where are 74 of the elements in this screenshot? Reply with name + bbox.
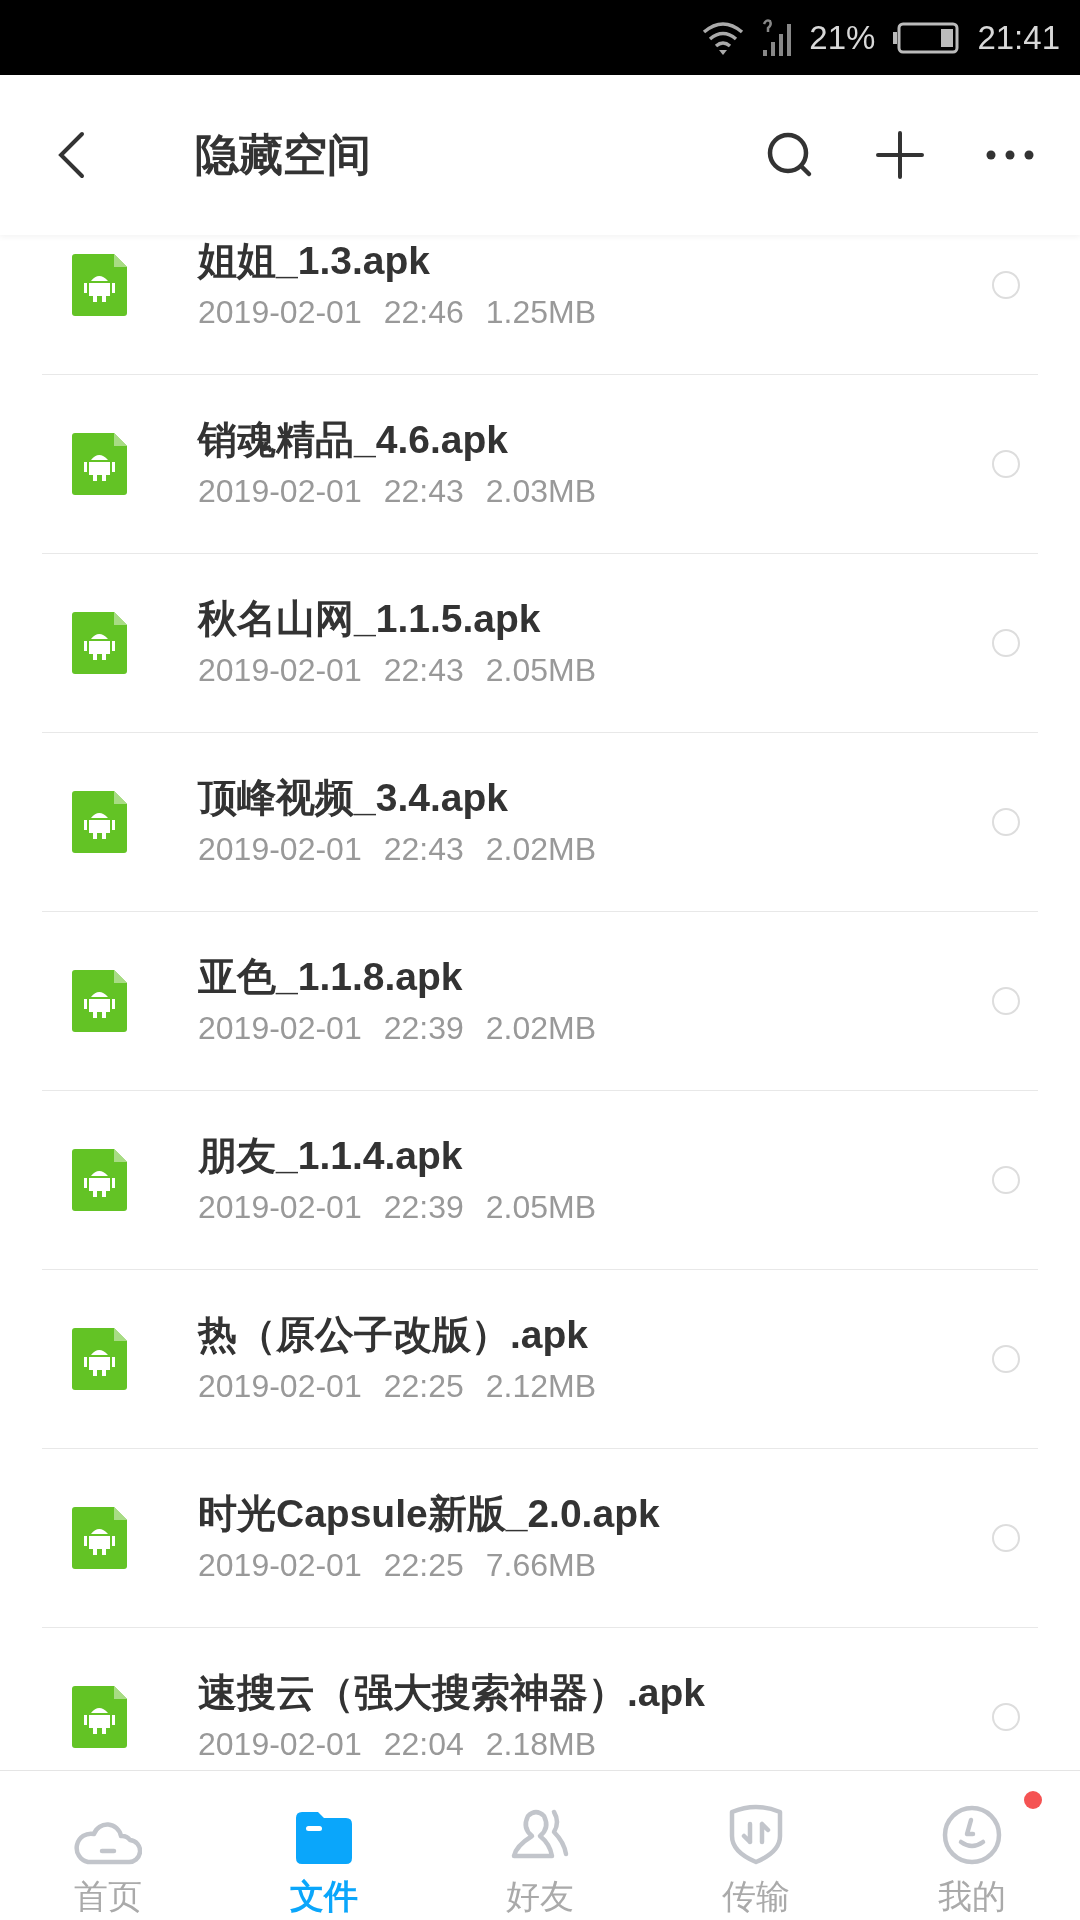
file-size: 2.03MB	[485, 472, 597, 511]
file-size: 2.05MB	[485, 651, 597, 690]
android-file-icon	[72, 612, 127, 674]
folder-icon	[294, 1810, 354, 1866]
file-time: 22:04	[383, 1725, 464, 1764]
more-icon	[986, 149, 1034, 161]
file-size: 2.02MB	[485, 830, 597, 869]
file-time: 22:46	[383, 293, 464, 332]
file-name: 姐姐_1.3.apk	[198, 238, 431, 284]
shield-icon	[728, 1804, 784, 1866]
file-name: 热（原公子改版）.apk	[198, 1312, 590, 1358]
select-radio[interactable]	[992, 1345, 1020, 1373]
file-time: 22:43	[383, 830, 464, 869]
file-row[interactable]: 姐姐_1.3.apk 2019-02-01 22:46 1.25MB	[42, 235, 1038, 375]
android-file-icon	[72, 1686, 127, 1748]
file-date: 2019-02-01	[198, 472, 362, 511]
file-size: 2.05MB	[485, 1188, 597, 1227]
smiley-icon	[941, 1804, 1003, 1866]
file-date: 2019-02-01	[198, 1009, 362, 1048]
file-time: 22:25	[383, 1367, 464, 1406]
file-date: 2019-02-01	[198, 1546, 362, 1585]
select-radio[interactable]	[992, 808, 1020, 836]
android-file-icon	[72, 254, 127, 316]
file-name: 亚色_1.1.8.apk	[198, 954, 464, 1000]
file-size: 2.12MB	[485, 1367, 597, 1406]
file-name: 朋友_1.1.4.apk	[198, 1133, 464, 1179]
file-row[interactable]: 顶峰视频_3.4.apk 2019-02-01 22:43 2.02MB	[42, 733, 1038, 912]
select-radio[interactable]	[992, 1524, 1020, 1552]
plus-icon	[876, 131, 924, 179]
file-size: 2.02MB	[485, 1009, 597, 1048]
file-name: 速搜云（强大搜索神器）.apk	[198, 1670, 707, 1716]
file-row[interactable]: 销魂精品_4.6.apk 2019-02-01 22:43 2.03MB	[42, 375, 1038, 554]
file-date: 2019-02-01	[198, 293, 362, 332]
android-file-icon	[72, 1507, 127, 1569]
select-radio[interactable]	[992, 1703, 1020, 1731]
wifi-icon	[701, 19, 746, 56]
file-row[interactable]: 时光Capsule新版_2.0.apk 2019-02-01 22:25 7.66MB	[42, 1449, 1038, 1628]
file-time: 22:39	[383, 1009, 464, 1048]
file-time: 22:39	[383, 1188, 464, 1227]
file-date: 2019-02-01	[198, 1367, 362, 1406]
android-file-icon	[72, 791, 127, 853]
select-radio[interactable]	[992, 987, 1020, 1015]
file-row[interactable]: 秋名山网_1.1.5.apk 2019-02-01 22:43 2.05MB	[42, 554, 1038, 733]
file-time: 22:25	[383, 1546, 464, 1585]
android-file-icon	[72, 433, 127, 495]
android-file-icon	[72, 1328, 127, 1390]
file-row[interactable]: 热（原公子改版）.apk 2019-02-01 22:25 2.12MB	[42, 1270, 1038, 1449]
battery-icon	[891, 20, 962, 55]
file-name: 秋名山网_1.1.5.apk	[198, 596, 542, 642]
file-name: 顶峰视频_3.4.apk	[198, 775, 509, 821]
file-size: 1.25MB	[485, 293, 597, 332]
file-row[interactable]: 亚色_1.1.8.apk 2019-02-01 22:39 2.02MB	[42, 912, 1038, 1091]
clock: 21:41	[977, 17, 1060, 58]
file-size: 7.66MB	[485, 1546, 597, 1585]
select-radio[interactable]	[992, 1166, 1020, 1194]
file-name: 销魂精品_4.6.apk	[198, 417, 509, 463]
battery-percent: 21%	[809, 17, 876, 58]
back-icon	[56, 130, 86, 180]
select-radio[interactable]	[992, 271, 1020, 299]
select-radio[interactable]	[992, 629, 1020, 657]
file-size: 2.18MB	[485, 1725, 597, 1764]
android-file-icon	[72, 970, 127, 1032]
file-row[interactable]: 朋友_1.1.4.apk 2019-02-01 22:39 2.05MB	[42, 1091, 1038, 1270]
file-date: 2019-02-01	[198, 1188, 362, 1227]
file-date: 2019-02-01	[198, 830, 362, 869]
file-date: 2019-02-01	[198, 651, 362, 690]
file-time: 22:43	[383, 472, 464, 511]
android-file-icon	[72, 1149, 127, 1211]
file-date: 2019-02-01	[198, 1725, 362, 1764]
page-title: 隐藏空间	[195, 129, 372, 181]
file-name: 时光Capsule新版_2.0.apk	[198, 1491, 661, 1537]
signal-icon	[761, 17, 794, 58]
select-radio[interactable]	[992, 450, 1020, 478]
file-time: 22:43	[383, 651, 464, 690]
